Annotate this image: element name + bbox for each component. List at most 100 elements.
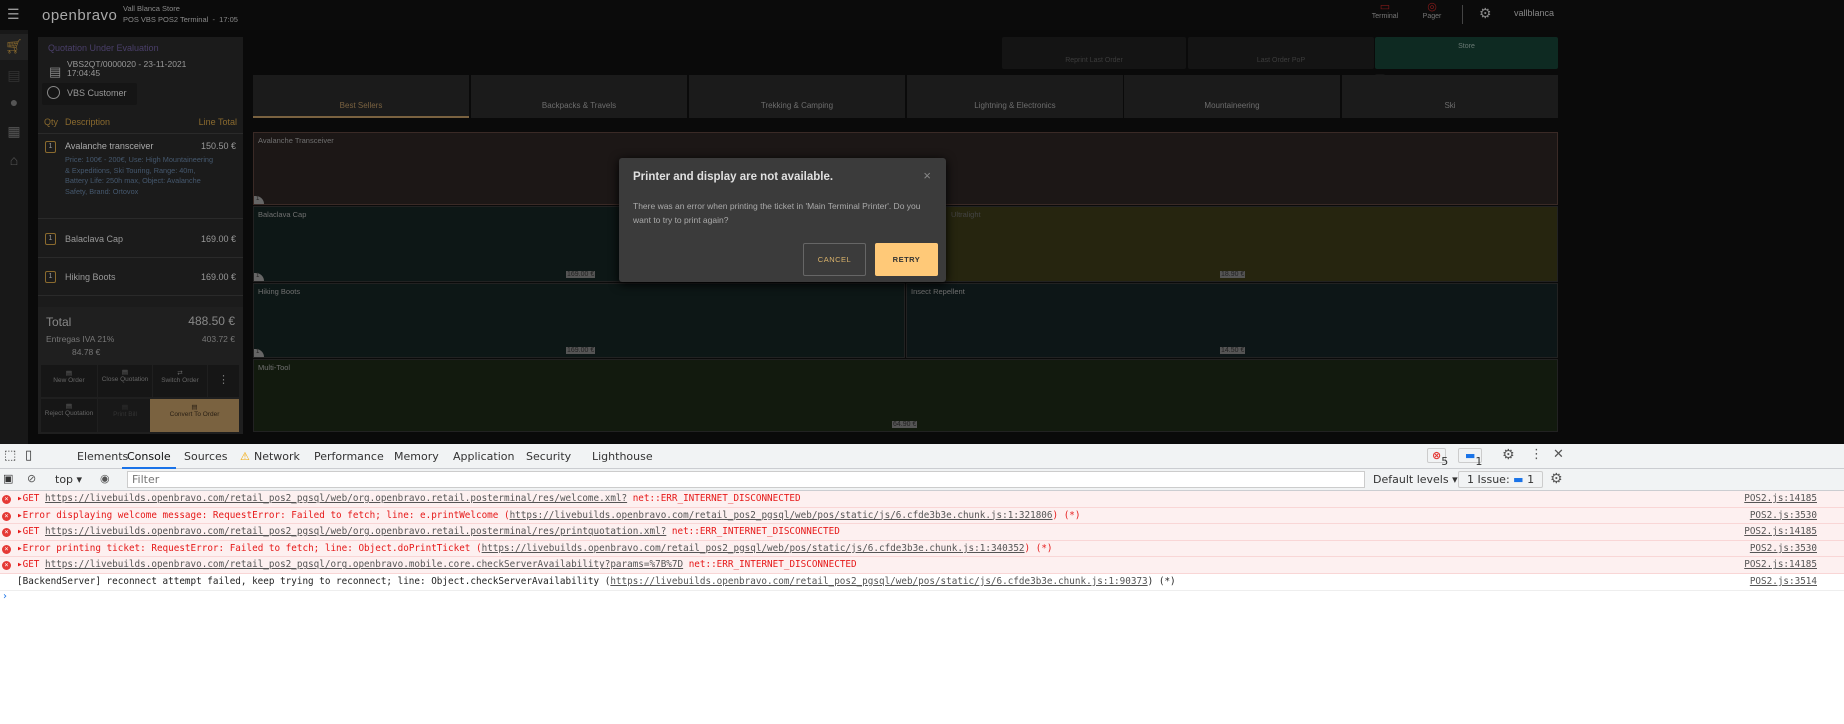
tab-sources[interactable]: Sources	[184, 450, 228, 463]
cart-icon[interactable]: 🛒︎	[5, 38, 23, 56]
error-count-badge[interactable]: ⊗ 5	[1427, 448, 1448, 468]
order-line[interactable]: 1 Avalanche transceiver 150.50 € Price: …	[38, 134, 243, 219]
console-prompt[interactable]: ›	[0, 591, 1844, 607]
issues-count: 1	[1527, 473, 1535, 486]
console-toolbar: ▣ ⊘ top ▾ ◉ Default levels ▾ 1 Issue: ▬ …	[0, 469, 1844, 491]
print-bill-button[interactable]: ▤ Print Bill	[98, 399, 152, 432]
source-link[interactable]: POS2.js:14185	[1744, 491, 1817, 507]
last-order-pop-button[interactable]: Last Order PoP	[1188, 37, 1374, 69]
source-link[interactable]: POS2.js:14185	[1744, 557, 1817, 573]
sidebar-toggle-icon[interactable]: ▣	[3, 472, 13, 485]
message-link[interactable]: https://livebuilds.openbravo.com/retail_…	[45, 526, 666, 537]
product-tile[interactable]: Hiking Boots 169.00 € 1	[253, 283, 905, 358]
product-tile[interactable]: Multi-Tool 64.90 €	[253, 359, 1558, 432]
message-link[interactable]: https://livebuilds.openbravo.com/retail_…	[510, 510, 1053, 521]
more-options-icon[interactable]: ⋮	[1530, 447, 1543, 462]
convert-to-order-button[interactable]: ▤ Convert To Order	[150, 399, 239, 432]
context-select[interactable]: top ▾	[55, 473, 82, 486]
tab-mountaineering[interactable]: Mountaineering	[1124, 75, 1340, 118]
label: Convert To Order	[169, 411, 220, 418]
filter-input[interactable]	[127, 471, 1365, 488]
console-settings-icon[interactable]: ⚙	[1550, 471, 1563, 487]
menu-icon[interactable]: ☰	[7, 6, 20, 23]
eye-icon[interactable]: ◉	[100, 472, 110, 485]
message-link[interactable]: https://livebuilds.openbravo.com/retail_…	[482, 543, 1025, 554]
message-count-badge[interactable]: ▬ 1	[1458, 448, 1483, 468]
action-grid: ▤ New Order ▤ Close Quotation ⇄ Switch Orde…	[41, 365, 239, 434]
store-button[interactable]: ⌖˅Store	[1375, 37, 1558, 106]
close-icon[interactable]: ×	[923, 168, 931, 183]
console-error-row[interactable]: × ▸GET https://livebuilds.openbravo.com/r…	[0, 491, 1844, 508]
console-error-row[interactable]: × ▸GET https://livebuilds.openbravo.com/r…	[0, 557, 1844, 574]
reprint-last-order-button[interactable]: Reprint Last Order	[1002, 37, 1186, 69]
log-levels-select[interactable]: Default levels ▾	[1373, 473, 1458, 486]
console-error-row[interactable]: × ▸GET https://livebuilds.openbravo.com/r…	[0, 524, 1844, 541]
receipt-icon[interactable]: ▤	[5, 67, 23, 85]
order-panel: Quotation Under Evaluation ▤ VBS2QT/0000…	[38, 37, 243, 434]
document-icon: ▤	[49, 64, 62, 79]
source-link[interactable]: POS2.js:3514	[1750, 574, 1817, 590]
line-qty[interactable]: 1	[45, 233, 56, 245]
tab-elements[interactable]: Elements	[77, 450, 128, 463]
label: Switch Order	[161, 377, 199, 384]
terminal-name: POS VBS POS2 Terminal - 17:05	[123, 15, 238, 24]
product-tile[interactable]: Insect Repellent 14.50 €	[906, 283, 1558, 358]
tab-best-sellers[interactable]: Best Sellers	[253, 75, 469, 118]
cash-register-icon[interactable]: ▦	[5, 123, 23, 141]
tab-console[interactable]: Console	[122, 450, 176, 469]
customer-button[interactable]: VBS Customer	[42, 83, 137, 105]
source-link[interactable]: POS2.js:3530	[1750, 541, 1817, 557]
reject-quotation-button[interactable]: ▤ Reject Quotation	[41, 399, 97, 432]
message-link[interactable]: https://livebuilds.openbravo.com/retail_…	[610, 576, 1147, 587]
settings-gear-icon[interactable]: ⚙	[1479, 5, 1492, 22]
switch-order-button[interactable]: ⇄ Switch Order	[153, 365, 207, 397]
tab-performance[interactable]: Performance	[314, 450, 384, 463]
tab-memory[interactable]: Memory	[394, 450, 439, 463]
line-qty[interactable]: 1	[45, 271, 56, 283]
terminal-button[interactable]: ▭ Terminal	[1370, 0, 1400, 20]
cancel-button[interactable]: CANCEL	[803, 243, 866, 276]
new-order-button[interactable]: ▤ New Order	[41, 365, 97, 397]
order-line[interactable]: 1 Balaclava Cap 169.00 €	[38, 220, 243, 258]
tab-electronics[interactable]: Lightning & Electronics	[907, 75, 1123, 118]
inspect-element-icon[interactable]: ⬚	[4, 448, 16, 463]
close-quotation-button[interactable]: ▤ Close Quotation	[98, 365, 152, 397]
issues-button[interactable]: 1 Issue: ▬ 1	[1458, 471, 1544, 488]
tab-backpacks[interactable]: Backpacks & Travels	[471, 75, 687, 118]
col-description: Description	[65, 117, 111, 127]
device-toolbar-icon[interactable]: ▯	[25, 448, 32, 463]
tab-trekking[interactable]: Trekking & Camping	[689, 75, 905, 118]
line-total: 169.00 €	[200, 234, 236, 244]
username[interactable]: vallblanca	[1514, 8, 1554, 18]
message-link[interactable]: https://livebuilds.openbravo.com/retail_…	[45, 493, 627, 504]
tab-lighthouse[interactable]: Lighthouse	[592, 450, 653, 463]
printer-error-dialog: Printer and display are not available. ×…	[619, 158, 946, 282]
source-link[interactable]: POS2.js:3530	[1750, 508, 1817, 524]
product-price: 169.00 €	[566, 347, 596, 354]
console-log-row[interactable]: [BackendServer] reconnect attempt failed…	[0, 573, 1844, 591]
order-line[interactable]: 1 Hiking Boots 169.00 €	[38, 258, 243, 296]
settings-gear-icon[interactable]: ⚙	[1502, 447, 1515, 463]
pager-button[interactable]: ◎ Pager	[1418, 0, 1446, 20]
line-qty[interactable]: 1	[45, 141, 56, 153]
message-link[interactable]: https://livebuilds.openbravo.com/retail_…	[45, 559, 683, 570]
document-number: VBS2QT/0000020 - 23-11-2021 17:04:45	[67, 59, 187, 78]
console-error-row[interactable]: × ▸Error displaying welcome message: Requ…	[0, 507, 1844, 525]
source-link[interactable]: POS2.js:14185	[1744, 524, 1817, 540]
more-menu-button[interactable]: ⋮	[208, 365, 239, 397]
tab-application[interactable]: Application	[453, 450, 514, 463]
tab-ski[interactable]: Ski	[1342, 75, 1558, 118]
close-devtools-icon[interactable]: ✕	[1553, 447, 1564, 462]
product-price: 18.90 €	[1220, 271, 1246, 278]
tax-label: Entregas IVA 21%	[46, 334, 115, 344]
console-error-row[interactable]: × ▸Error printing ticket: RequestError: F…	[0, 540, 1844, 558]
tab-security[interactable]: Security	[526, 450, 571, 463]
product-tile[interactable]: Ultralight 18.90 €	[906, 206, 1558, 282]
customer-icon[interactable]: ●	[5, 94, 23, 112]
store-icon[interactable]: ⌂	[5, 152, 23, 170]
tab-network[interactable]: Network	[254, 450, 300, 463]
message-text: ) (*)	[1052, 509, 1081, 521]
label: Reprint Last Order	[1065, 57, 1123, 64]
retry-button[interactable]: RETRY	[875, 243, 938, 276]
clear-console-icon[interactable]: ⊘	[27, 472, 36, 485]
